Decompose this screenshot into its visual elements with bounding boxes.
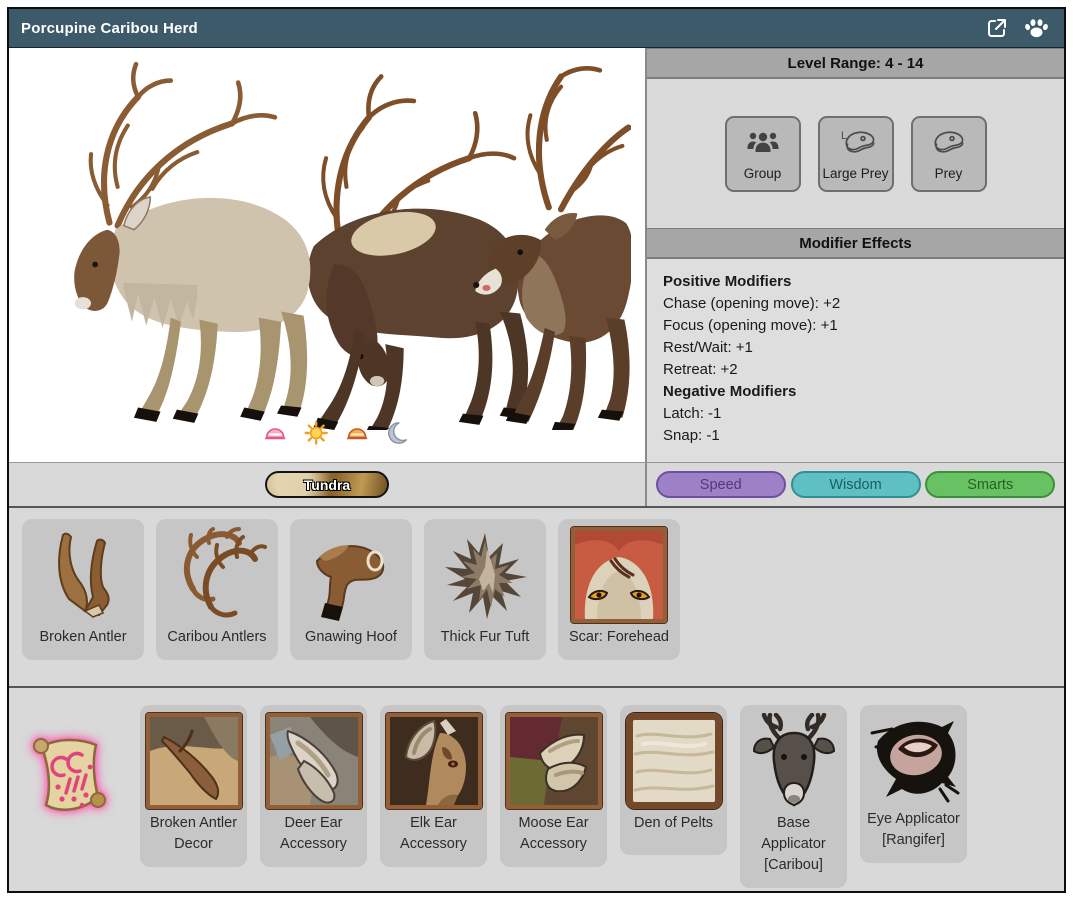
item-card-broken-antler[interactable]: Broken Antler: [22, 519, 144, 660]
modifier-effects-header: Modifier Effects: [647, 228, 1064, 259]
sun-icon: [304, 421, 328, 450]
encyclopedia-page: Porcupine Caribou Herd: [7, 7, 1066, 893]
modifier-line: Latch: -1: [663, 406, 1048, 421]
broken-antler-image: [33, 527, 133, 623]
positive-modifiers-heading: Positive Modifiers: [663, 274, 1048, 289]
den-of-pelts-image: [626, 713, 722, 809]
large-prey-button-label: Large Prey: [822, 166, 888, 181]
recipe-scroll-icon[interactable]: [24, 731, 112, 830]
negative-modifiers-heading: Negative Modifiers: [663, 384, 1048, 399]
drop-items-section: Broken Antler Caribou Antlers: [9, 506, 1064, 686]
item-card-scar-forehead[interactable]: Scar: Forehead: [558, 519, 680, 660]
item-label: Deer Ear Accessory: [260, 809, 367, 855]
item-label: Caribou Antlers: [156, 623, 278, 648]
item-label: Eye Applicator [Rangifer]: [860, 805, 967, 851]
modifier-list: Positive Modifiers Chase (opening move):…: [647, 259, 1064, 462]
large-prey-button[interactable]: L Large Prey: [818, 116, 894, 192]
item-label: Thick Fur Tuft: [424, 623, 546, 648]
customization-items-section: Broken Antler Decor Deer Ear Accessory: [9, 686, 1064, 891]
item-card-base-applicator-caribou[interactable]: Base Applicator [Caribou]: [740, 705, 847, 888]
deer-ear-accessory-image: [266, 713, 362, 809]
group-button-label: Group: [744, 166, 782, 181]
item-label: Base Applicator [Caribou]: [740, 809, 847, 876]
item-label: Elk Ear Accessory: [380, 809, 487, 855]
group-button[interactable]: Group: [725, 116, 801, 192]
caribou-antlers-image: [167, 527, 267, 623]
item-card-elk-ear-accessory[interactable]: Elk Ear Accessory: [380, 705, 487, 867]
item-card-den-of-pelts[interactable]: Den of Pelts: [620, 705, 727, 855]
dusk-icon: [345, 422, 369, 449]
item-label: Scar: Forehead: [558, 623, 680, 648]
item-card-eye-applicator-rangifer[interactable]: Eye Applicator [Rangifer]: [860, 705, 967, 863]
elk-ear-accessory-image: [386, 713, 482, 809]
moon-icon: [386, 421, 408, 450]
moose-ear-accessory-image: [506, 713, 602, 809]
paw-icon[interactable]: [1023, 16, 1050, 40]
item-card-broken-antler-decor[interactable]: Broken Antler Decor: [140, 705, 247, 867]
gnawing-hoof-image: [301, 527, 401, 623]
modifier-line: Rest/Wait: +1: [663, 340, 1048, 355]
page-title: Porcupine Caribou Herd: [21, 20, 198, 37]
item-card-deer-ear-accessory[interactable]: Deer Ear Accessory: [260, 705, 367, 867]
group-icon: [745, 128, 781, 163]
eye-applicator-rangifer-image: [866, 713, 962, 805]
item-label: Broken Antler Decor: [140, 809, 247, 855]
modifier-line: Retreat: +2: [663, 362, 1048, 377]
modifier-line: Chase (opening move): +2: [663, 296, 1048, 311]
time-of-day-row: [263, 421, 408, 450]
item-card-caribou-antlers[interactable]: Caribou Antlers: [156, 519, 278, 660]
broken-antler-decor-image: [146, 713, 242, 809]
base-applicator-caribou-image: [746, 713, 842, 809]
prey-button[interactable]: Prey: [911, 116, 987, 192]
prey-type-buttons: Group L Large Prey: [647, 116, 1064, 192]
title-bar: Porcupine Caribou Herd: [9, 9, 1064, 48]
prey-steak-icon: [930, 128, 968, 163]
prey-button-label: Prey: [935, 166, 963, 181]
info-panel: Level Range: 4 - 14 Group: [647, 48, 1064, 462]
item-card-gnawing-hoof[interactable]: Gnawing Hoof: [290, 519, 412, 660]
habitat-badge-tundra[interactable]: Tundra: [265, 471, 389, 498]
dawn-icon: [263, 422, 287, 449]
item-label: Den of Pelts: [620, 809, 727, 834]
large-prey-steak-icon: L: [835, 128, 877, 163]
item-label: Gnawing Hoof: [290, 623, 412, 648]
modifier-line: Focus (opening move): +1: [663, 318, 1048, 333]
stat-pill-smarts[interactable]: Smarts: [925, 471, 1055, 498]
external-link-icon[interactable]: [985, 16, 1009, 40]
item-label: Broken Antler: [22, 623, 144, 648]
stat-pill-speed[interactable]: Speed: [656, 471, 786, 498]
caribou-herd-illustration: [17, 54, 631, 430]
subject-image-panel: [9, 48, 647, 462]
level-range-header: Level Range: 4 - 14: [647, 48, 1064, 79]
thick-fur-tuft-image: [435, 527, 535, 623]
modifier-line: Snap: -1: [663, 428, 1048, 443]
item-card-thick-fur-tuft[interactable]: Thick Fur Tuft: [424, 519, 546, 660]
habitat-stats-row: Tundra Speed Wisdom Smarts: [9, 462, 1064, 506]
item-card-moose-ear-accessory[interactable]: Moose Ear Accessory: [500, 705, 607, 867]
scar-forehead-image: [571, 527, 667, 623]
item-label: Moose Ear Accessory: [500, 809, 607, 855]
stat-pill-wisdom[interactable]: Wisdom: [791, 471, 921, 498]
